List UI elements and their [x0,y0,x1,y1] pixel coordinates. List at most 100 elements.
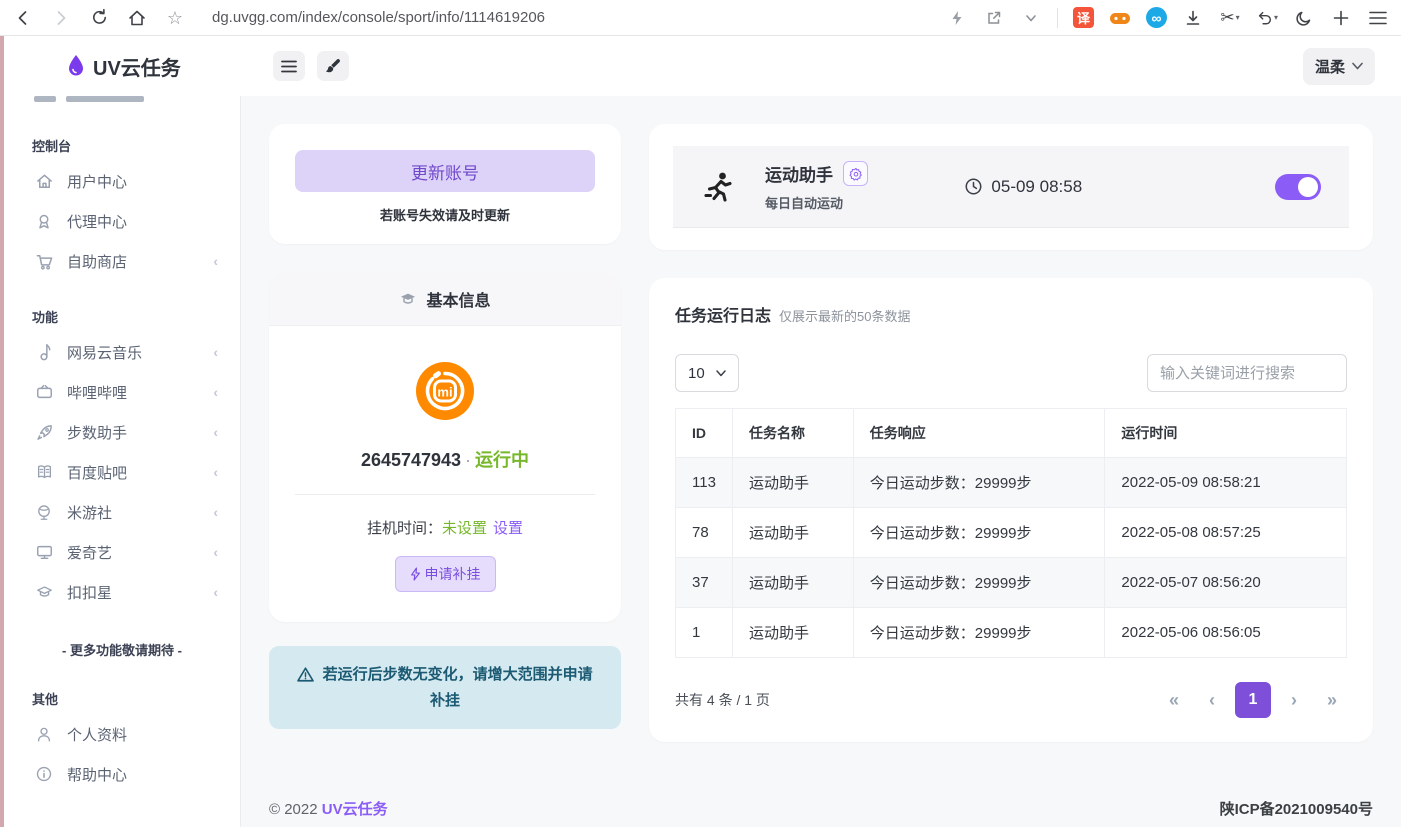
music-note-icon [34,343,54,362]
hang-time-settings-link[interactable]: 设置 [493,520,523,537]
download-icon[interactable] [1182,7,1204,29]
warning-icon [297,667,314,682]
app-title: UV云任务 [93,52,181,81]
prev-page-button[interactable]: ‹ [1197,690,1227,711]
account-id: 2645747943 [361,450,461,470]
records-summary: 共有 4 条 / 1 页 [675,690,770,710]
table-row: 37 运动助手 今日运动步数：29999步 2022-05-07 08:56:2… [676,558,1347,608]
collapse-chevron-icon: ‹ [213,253,218,269]
sidebar-item-step-assistant[interactable]: 步数助手 ‹ [4,412,240,452]
log-search-input[interactable] [1147,354,1347,392]
book-icon [34,463,54,481]
sidebar-section-console: 控制台 [4,110,240,161]
back-icon[interactable] [12,7,34,29]
next-page-button[interactable]: › [1279,690,1309,711]
collapse-chevron-icon: ‹ [213,384,218,400]
last-page-button[interactable]: » [1317,690,1347,711]
hang-time-line: 挂机时间：未设置设置 [295,517,595,538]
flash-icon[interactable] [946,7,968,29]
forward-icon[interactable] [50,7,72,29]
runner-icon [701,170,735,204]
translate-extension-icon[interactable]: 译 [1073,7,1094,28]
browser-menu-icon[interactable] [1367,7,1389,29]
account-note: 若账号失效请及时更新 [295,205,595,224]
cart-icon [34,252,54,271]
footer-brand-link[interactable]: UV云任务 [322,801,388,818]
sidebar-item-miyoushe[interactable]: 米游社 ‹ [4,492,240,532]
sidebar-item-bilibili[interactable]: 哔哩哔哩 ‹ [4,372,240,412]
graduation-cap-icon [34,583,54,601]
page-size-select[interactable]: 10 [675,354,739,392]
chevron-down-icon [1352,62,1363,70]
info-circle-icon [34,765,54,783]
monitor-icon [34,543,54,561]
table-row: 78 运动助手 今日运动步数：29999步 2022-05-08 08:57:2… [676,508,1347,558]
sidebar-toggle-button[interactable] [273,51,305,81]
toggle-knob [1298,177,1318,197]
sidebar-item-iqiyi[interactable]: 爱奇艺 ‹ [4,532,240,572]
brush-icon [325,58,341,74]
basic-info-card: 基本信息 mi [269,272,621,622]
copyright-text: © 2022 [269,801,318,818]
sidebar-item-baidu-tieba[interactable]: 百度贴吧 ‹ [4,452,240,492]
user-menu[interactable]: 温柔 [1303,48,1375,85]
task-log-card: 任务运行日志 仅展示最新的50条数据 10 [649,278,1373,742]
globe-icon [34,503,54,522]
bookmark-star-icon[interactable]: ☆ [164,7,186,29]
current-page-button[interactable]: 1 [1235,682,1271,718]
task-subtitle: 每日自动运动 [765,193,868,212]
apply-rehang-button[interactable]: 申请补挂 [395,556,496,592]
sidebar-item-user-center[interactable]: 用户中心 [4,161,240,201]
log-note: 仅展示最新的50条数据 [779,306,910,325]
bolt-icon [410,567,421,581]
undo-icon[interactable]: ▾ [1256,7,1278,29]
clipped-sidebar-item [4,96,240,110]
infinity-extension-icon[interactable]: ∞ [1146,7,1167,28]
divider [295,494,595,495]
col-task-name: 任务名称 [733,409,854,458]
toolbar-divider [1057,8,1058,28]
home-icon[interactable] [126,7,148,29]
task-toggle-switch[interactable] [1275,174,1321,200]
share-icon[interactable] [983,7,1005,29]
sidebar-item-agent-center[interactable]: 代理中心 [4,201,240,241]
sidebar-item-koukouxing[interactable]: 扣扣星 ‹ [4,572,240,612]
task-settings-button[interactable] [843,161,868,186]
collapse-chevron-icon: ‹ [213,584,218,600]
hamburger-icon [281,60,297,73]
col-run-time: 运行时间 [1105,409,1347,458]
sidebar-section-other: 其他 [4,663,240,714]
tv-camera-icon [34,383,54,401]
hang-time-value: 未设置 [442,520,487,537]
next-run-time: 05-09 08:58 [964,177,1082,197]
basic-info-title: 基本信息 [426,287,490,311]
collapse-chevron-icon: ‹ [213,424,218,440]
chevron-down-icon[interactable] [1020,7,1042,29]
log-table: ID 任务名称 任务响应 运行时间 113 运动助手 今 [675,408,1347,658]
collapse-chevron-icon: ‹ [213,544,218,560]
rocket-icon [34,423,54,442]
page-footer: © 2022 UV云任务 陕ICP备2021009540号 [269,798,1373,827]
app-logo: UV云任务 [4,52,241,81]
log-title: 任务运行日志 [675,302,771,326]
hang-time-label: 挂机时间： [367,520,442,537]
sidebar-item-netease-music[interactable]: 网易云音乐 ‹ [4,332,240,372]
scissors-icon[interactable]: ✂▾ [1219,7,1241,29]
first-page-button[interactable]: « [1159,690,1189,711]
refresh-icon[interactable] [88,7,110,29]
graduation-cap-icon [399,291,417,307]
sidebar-item-profile[interactable]: 个人资料 [4,714,240,754]
sidebar-item-help-center[interactable]: 帮助中心 [4,754,240,794]
svg-text:mi: mi [437,385,452,400]
task-title: 运动助手 [765,161,833,186]
gamepad-extension-icon[interactable] [1109,7,1131,29]
new-tab-plus-icon[interactable] [1330,7,1352,29]
address-bar[interactable]: dg.uvgg.com/index/console/sport/info/111… [212,9,545,26]
theme-brush-button[interactable] [317,51,349,81]
account-status-line: 2645747943·运行中 [295,446,595,472]
sidebar-item-self-store[interactable]: 自助商店 ‹ [4,241,240,281]
table-row: 1 运动助手 今日运动步数：29999步 2022-05-06 08:56:05 [676,608,1347,658]
dark-mode-moon-icon[interactable] [1293,7,1315,29]
update-account-button[interactable]: 更新账号 [295,150,595,192]
collapse-chevron-icon: ‹ [213,504,218,520]
